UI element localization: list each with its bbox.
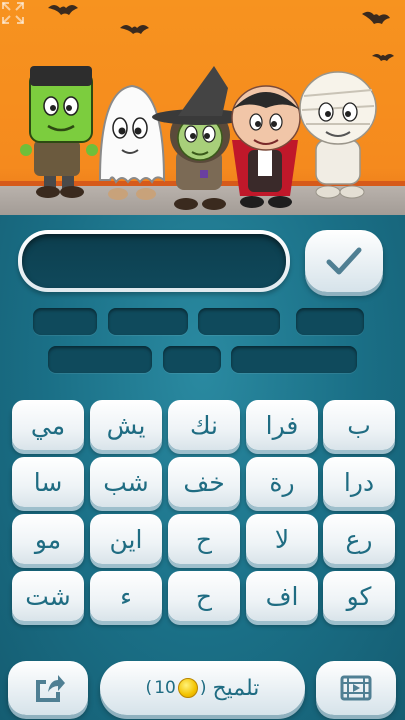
ghost-icon	[98, 84, 166, 200]
letter-tile[interactable]: ب	[323, 400, 395, 450]
letter-tile[interactable]: خف	[168, 457, 240, 507]
letter-tile[interactable]: فرا	[246, 400, 318, 450]
letter-tile[interactable]: كو	[323, 571, 395, 621]
letter-tile[interactable]: سا	[12, 457, 84, 507]
halloween-scene	[0, 0, 405, 215]
answer-input[interactable]	[18, 230, 290, 292]
expand-icon[interactable]	[0, 0, 26, 26]
letter-tile[interactable]: ح	[168, 514, 240, 564]
letter-tile[interactable]: شب	[90, 457, 162, 507]
letter-tile[interactable]: رع	[323, 514, 395, 564]
letter-tile[interactable]: اين	[90, 514, 162, 564]
letter-tile[interactable]: مو	[12, 514, 84, 564]
answer-slot	[296, 308, 364, 335]
answer-slot	[108, 308, 188, 335]
hint-button[interactable]: (10) تلميح	[100, 661, 305, 715]
answer-slot	[231, 346, 357, 373]
letter-tile[interactable]: درا	[323, 457, 395, 507]
letter-tile[interactable]: نك	[168, 400, 240, 450]
answer-slot	[48, 346, 152, 373]
share-icon	[36, 675, 65, 702]
vampire-icon	[231, 85, 301, 208]
answer-slot	[198, 308, 280, 335]
hint-cost-value: 10	[154, 678, 176, 698]
frankenstein-icon	[20, 66, 98, 198]
submit-button[interactable]	[305, 230, 383, 292]
share-button[interactable]	[8, 661, 88, 715]
letter-tile[interactable]: رة	[246, 457, 318, 507]
answer-slot	[163, 346, 221, 373]
answer-text	[22, 234, 286, 288]
checkmark-icon	[326, 247, 362, 275]
letter-tile[interactable]: اف	[246, 571, 318, 621]
coin-icon	[177, 678, 198, 698]
hint-cost: (10)	[145, 678, 207, 698]
mummy-icon	[299, 71, 377, 199]
hint-label: تلميح	[212, 675, 260, 701]
letter-tile[interactable]: شت	[12, 571, 84, 621]
scene-illustration	[20, 5, 394, 210]
watch-video-button[interactable]	[316, 661, 396, 715]
game-panel: مي يش نك فرا ب سا شب خف رة درا مو اين ح …	[0, 215, 405, 720]
bat-icon	[48, 5, 394, 61]
letter-tile[interactable]: مي	[12, 400, 84, 450]
letter-tile[interactable]: ء	[90, 571, 162, 621]
letter-tile[interactable]: ح	[168, 571, 240, 621]
witch-icon	[152, 66, 248, 210]
letter-tile[interactable]: يش	[90, 400, 162, 450]
answer-slot	[33, 308, 97, 335]
letter-tile[interactable]: لا	[246, 514, 318, 564]
video-film-icon	[340, 675, 372, 701]
